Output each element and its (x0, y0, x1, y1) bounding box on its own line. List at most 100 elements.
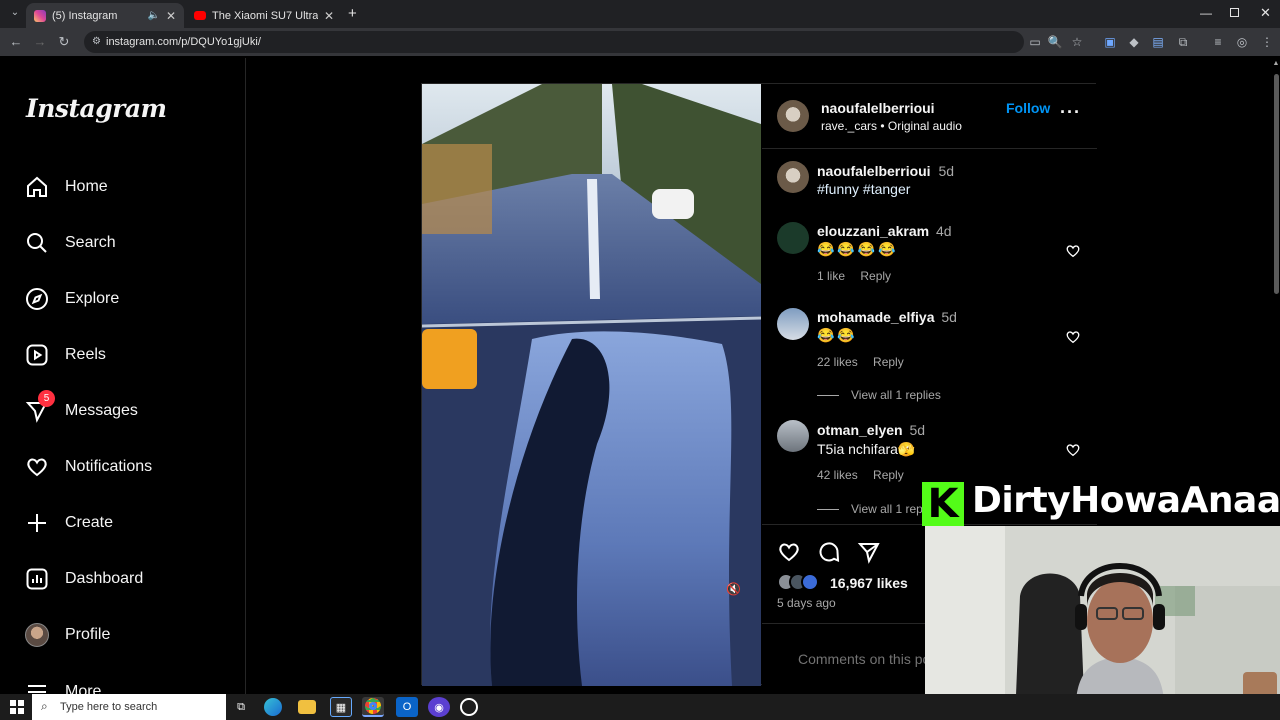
sidebar-item-dashboard[interactable]: Dashboard (24, 561, 234, 597)
comment-avatar[interactable] (777, 308, 809, 340)
comment-like-heart-icon[interactable] (1065, 329, 1081, 345)
obs-icon[interactable] (460, 698, 478, 716)
kick-logo: K (922, 481, 964, 527)
restore-icon[interactable] (1230, 8, 1239, 17)
view-replies-label: View all 1 replies (851, 388, 941, 402)
follow-button[interactable]: Follow (1006, 100, 1050, 116)
close-tab-icon[interactable]: ✕ (324, 9, 334, 23)
close-window-icon[interactable]: ✕ (1260, 5, 1271, 21)
comment-username[interactable]: mohamade_elfiya (817, 309, 935, 325)
app-icon[interactable]: ◉ (428, 697, 450, 717)
edge-icon[interactable] (264, 698, 282, 716)
profile-icon[interactable]: ◎ (1231, 28, 1253, 56)
reel-video[interactable]: 🔇 (422, 84, 761, 686)
tab-youtube[interactable]: The Xiaomi SU7 Ultra will END ✕ (186, 3, 342, 28)
bookmark-star-icon[interactable]: ☆ (1066, 28, 1088, 56)
comment-like-heart-icon[interactable] (1065, 442, 1081, 458)
heart-icon (24, 454, 50, 480)
extensions-puzzle-icon[interactable]: ⧉ (1172, 28, 1194, 56)
more-options-icon[interactable]: ··· (1060, 102, 1081, 123)
site-info-icon[interactable]: ⚙ (92, 36, 101, 47)
comment-username[interactable]: elouzzani_akram (817, 223, 929, 239)
scrollbar-thumb[interactable] (1274, 74, 1279, 294)
task-view-icon[interactable]: ⧉ (230, 697, 252, 717)
forward-icon[interactable]: → (27, 34, 53, 49)
comment-text: 😂😂😂😂 (817, 241, 899, 257)
comment-meta: 42 likes Reply (817, 468, 904, 482)
sidebar-item-create[interactable]: Create (24, 505, 234, 541)
comment-like-heart-icon[interactable] (1065, 243, 1081, 259)
extension-icon[interactable]: ◆ (1123, 28, 1145, 56)
address-bar[interactable]: ⚙ instagram.com/p/DQUYo1gjUki/ (84, 31, 1024, 53)
sidebar-item-home[interactable]: Home (24, 169, 234, 205)
caption-username[interactable]: naoufalelberrioui (817, 163, 931, 179)
zoom-icon[interactable]: 🔍 (1044, 28, 1066, 56)
speaker-icon[interactable]: 🔈 (147, 10, 159, 21)
start-icon-tile (10, 700, 16, 706)
view-replies-button[interactable]: View all 1 rep (817, 502, 923, 516)
taskbar-search-input[interactable]: ⌕ Type here to search (32, 694, 226, 720)
audio-label[interactable]: rave._cars • Original audio (821, 119, 962, 133)
sidebar-item-explore[interactable]: Explore (24, 281, 234, 317)
sidebar-item-reels[interactable]: Reels (24, 337, 234, 373)
reply-button[interactable]: Reply (860, 269, 891, 283)
tab-search-button[interactable]: ⌄ (8, 7, 22, 21)
view-replies-button[interactable]: View all 1 replies (817, 388, 941, 402)
reply-button[interactable]: Reply (873, 468, 904, 482)
cast-icon[interactable]: ▭ (1024, 28, 1046, 56)
plus-icon (24, 510, 50, 536)
caption-hashtags[interactable]: #funny #tanger (817, 181, 910, 197)
comment-time: 5d (909, 422, 926, 438)
author-username[interactable]: naoufalelberrioui (821, 100, 935, 116)
comment-avatar[interactable] (777, 420, 809, 452)
caption-avatar[interactable] (777, 161, 809, 193)
comment-time: 4d (935, 223, 952, 239)
back-icon[interactable]: ← (3, 34, 29, 49)
messenger-icon: 5 (24, 390, 55, 424)
reels-icon (24, 342, 50, 368)
reading-list-icon[interactable]: ≡ (1207, 28, 1229, 56)
share-send-icon[interactable] (857, 540, 881, 569)
like-heart-icon[interactable] (777, 540, 801, 569)
close-tab-icon[interactable]: ✕ (166, 9, 176, 23)
instagram-logo[interactable]: Instagram (26, 94, 167, 123)
browser-toolbar: ← → ↻ ⚙ instagram.com/p/DQUYo1gjUki/ ▭ 🔍… (0, 28, 1280, 56)
comment-likes[interactable]: 22 likes (817, 355, 858, 369)
youtube-favicon-icon (194, 11, 206, 20)
sidebar-item-messages[interactable]: 5 Messages (24, 390, 234, 429)
menu-kebab-icon[interactable]: ⋮ (1256, 28, 1278, 56)
extension-blue-icon[interactable]: ▤ (1147, 28, 1169, 56)
reload-icon[interactable]: ↻ (51, 34, 77, 50)
replies-divider (817, 394, 839, 396)
sidebar-item-label: Home (65, 178, 108, 195)
liker-avatars[interactable] (777, 573, 819, 591)
new-tab-button[interactable]: + (348, 5, 357, 22)
comment-username[interactable]: otman_elyen (817, 422, 903, 438)
sidebar-item-notifications[interactable]: Notifications (24, 449, 234, 485)
video-frame (422, 84, 761, 686)
minimize-icon[interactable]: — (1200, 6, 1212, 20)
tab-instagram[interactable]: (5) Instagram 🔈 ✕ (26, 3, 184, 28)
search-icon (24, 230, 50, 256)
mute-icon[interactable]: 🔇 (726, 582, 741, 596)
sidebar-item-search[interactable]: Search (24, 225, 234, 261)
chrome-icon[interactable] (362, 697, 384, 717)
comment-bubble-icon[interactable] (817, 540, 841, 569)
sidebar-item-profile[interactable]: Profile (24, 617, 234, 653)
outlook-icon[interactable]: O (396, 697, 418, 717)
comment-avatar[interactable] (777, 222, 809, 254)
store-icon[interactable]: ▦ (330, 697, 352, 717)
windows-start-icon[interactable] (10, 700, 24, 714)
translate-extension-icon[interactable]: ▣ (1099, 28, 1121, 56)
webcam-feed (925, 526, 1280, 720)
comment-likes[interactable]: 42 likes (817, 468, 858, 482)
comment-likes[interactable]: 1 like (817, 269, 845, 283)
author-avatar[interactable] (777, 100, 809, 132)
reply-button[interactable]: Reply (873, 355, 904, 369)
scroll-up-arrow[interactable]: ▲ (1272, 60, 1280, 67)
file-explorer-icon[interactable] (298, 700, 316, 714)
comment-time: 5d (941, 309, 957, 325)
comment-header: mohamade_elfiya 5d (817, 309, 957, 325)
start-icon-tile (10, 708, 16, 714)
likes-count[interactable]: 16,967 likes (830, 575, 908, 591)
